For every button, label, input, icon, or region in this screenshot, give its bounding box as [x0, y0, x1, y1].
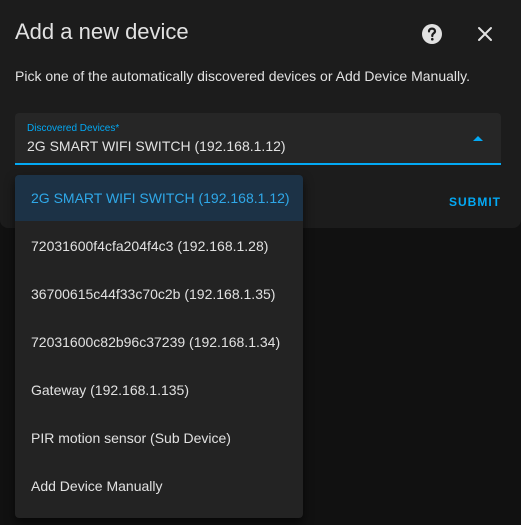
select-value: 2G SMART WIFI SWITCH (192.168.1.12)	[27, 138, 286, 154]
discovered-devices-select[interactable]: Discovered Devices* 2G SMART WIFI SWITCH…	[15, 113, 501, 165]
device-dropdown-menu: 2G SMART WIFI SWITCH (192.168.1.12) 7203…	[15, 175, 303, 518]
submit-button[interactable]: SUBMIT	[440, 190, 510, 214]
help-circle-icon	[422, 24, 442, 44]
dropdown-option[interactable]: 36700615c44f33c70c2b (192.168.1.35)	[15, 271, 303, 317]
dropdown-arrow-up-icon[interactable]	[473, 136, 483, 141]
dropdown-option[interactable]: PIR motion sensor (Sub Device)	[15, 415, 303, 461]
dropdown-option-add-manually[interactable]: Add Device Manually	[15, 463, 303, 509]
dropdown-option[interactable]: 72031600c82b96c37239 (192.168.1.34)	[15, 319, 303, 365]
dropdown-option[interactable]: Gateway (192.168.1.135)	[15, 367, 303, 413]
dropdown-option[interactable]: 72031600f4cfa204f4c3 (192.168.1.28)	[15, 223, 303, 269]
help-button[interactable]	[421, 23, 443, 45]
close-icon	[478, 27, 492, 41]
dialog-title: Add a new device	[15, 19, 189, 44]
dropdown-option[interactable]: 2G SMART WIFI SWITCH (192.168.1.12)	[15, 175, 303, 221]
close-button[interactable]	[474, 23, 496, 45]
select-label: Discovered Devices*	[27, 123, 120, 134]
dialog-description: Pick one of the automatically discovered…	[15, 68, 470, 84]
